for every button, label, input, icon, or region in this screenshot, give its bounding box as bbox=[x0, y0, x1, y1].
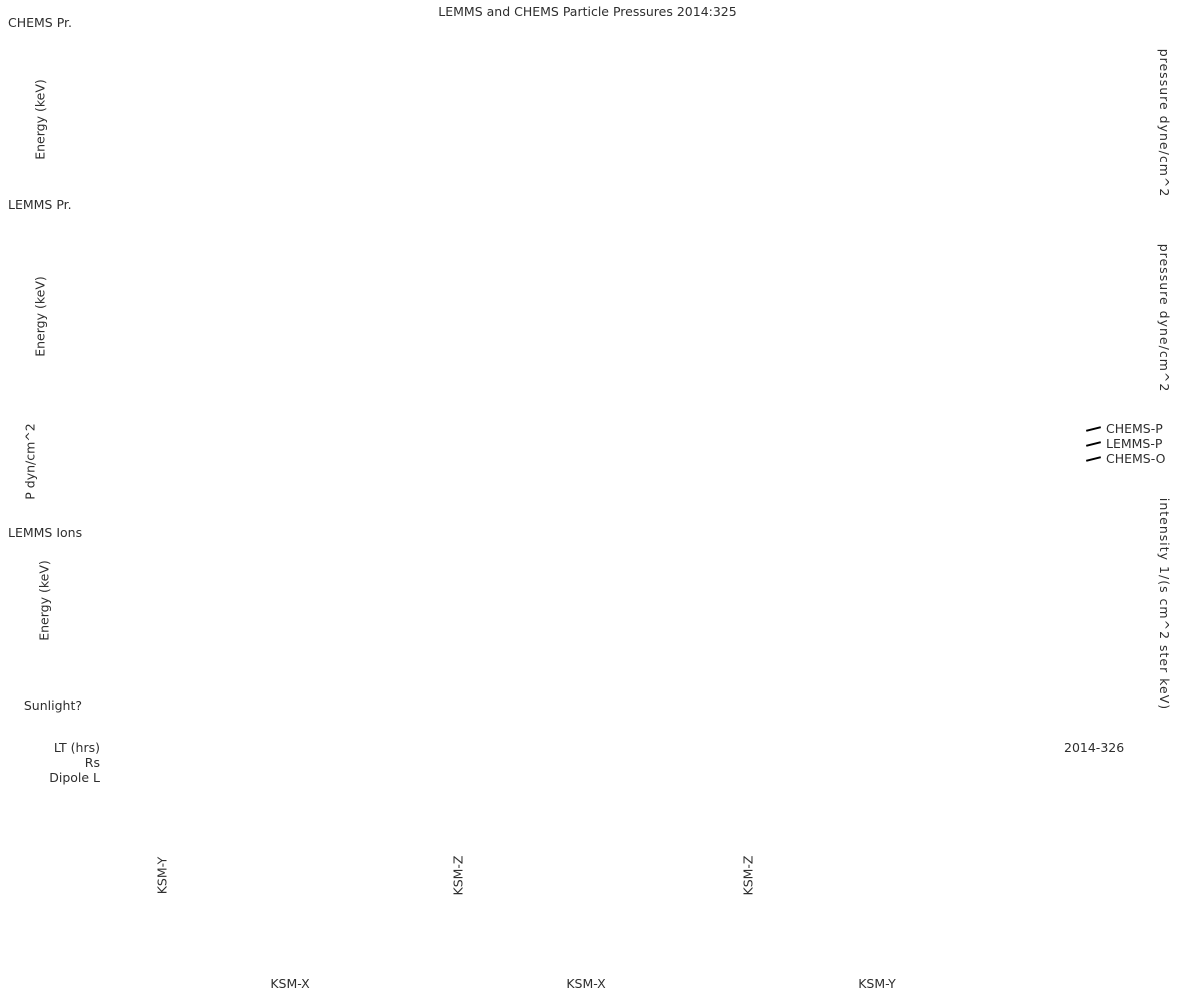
panel-label-lemms-pr: LEMMS Pr. bbox=[8, 197, 72, 212]
orbit1-ylabel: KSM-Y bbox=[154, 856, 170, 895]
legend-line-swatch-red bbox=[1085, 440, 1102, 447]
orbit3-xlabel: KSM-Y bbox=[858, 976, 896, 991]
legend-item-chems-o: CHEMS-O bbox=[1085, 451, 1166, 466]
colorbar-unit-label-2: pressure dyne/cm^2 bbox=[1157, 243, 1172, 393]
legend-label: LEMMS-P bbox=[1106, 436, 1163, 451]
orbit2-ylabel: KSM-Z bbox=[450, 855, 466, 896]
sunlight-label: Sunlight? bbox=[23, 698, 82, 713]
orbit2-xlabel: KSM-X bbox=[566, 976, 606, 991]
plots-canvas bbox=[0, 0, 1200, 1000]
panel-label-lemms-ions: LEMMS Ions bbox=[8, 525, 83, 540]
colorbar-unit-label-1: pressure dyne/cm^2 bbox=[1157, 48, 1172, 198]
legend-line-swatch-blue bbox=[1085, 425, 1102, 432]
y-axis-label-energy-4: Energy (keV) bbox=[36, 560, 52, 641]
axis-row-label-dipole-l: Dipole L bbox=[49, 770, 100, 785]
panel-label-chems-pr: CHEMS Pr. bbox=[8, 15, 73, 30]
colorbar-unit-label-3: intensity 1/(s cm^2 ster keV) bbox=[1157, 497, 1172, 711]
axis-row-label-rs: Rs bbox=[84, 755, 100, 770]
plot-page: LEMMS and CHEMS Particle Pressures 2014:… bbox=[0, 0, 1200, 1000]
legend-item-lemms-p: LEMMS-P bbox=[1085, 436, 1165, 451]
legend-line-swatch-green bbox=[1085, 455, 1102, 462]
axis-row-label-lt: LT (hrs) bbox=[53, 740, 100, 755]
orbit1-xlabel: KSM-X bbox=[270, 976, 310, 991]
pressure-legend: CHEMS-P LEMMS-P CHEMS-O bbox=[1085, 421, 1166, 466]
legend-item-chems-p: CHEMS-P bbox=[1085, 421, 1165, 436]
y-axis-label-energy-2: Energy (keV) bbox=[32, 276, 48, 357]
legend-label: CHEMS-P bbox=[1106, 421, 1163, 436]
end-date-label: 2014-326 bbox=[1064, 740, 1125, 755]
plot-title: LEMMS and CHEMS Particle Pressures 2014:… bbox=[438, 4, 737, 19]
legend-label: CHEMS-O bbox=[1106, 451, 1166, 466]
y-axis-label-energy-1: Energy (keV) bbox=[32, 79, 48, 160]
y-axis-label-pressure: P dyn/cm^2 bbox=[22, 423, 38, 500]
orbit3-ylabel: KSM-Z bbox=[740, 855, 756, 896]
